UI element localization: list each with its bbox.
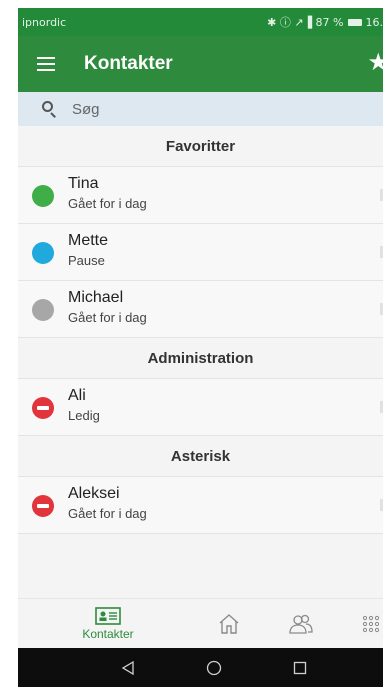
home-icon [219,614,239,634]
grid-icon [362,615,379,633]
contact-item-tina[interactable]: Tina Gået for i dag [18,167,383,224]
nav-item-contacts[interactable]: Kontakter [73,599,143,649]
contact-text: Aleksei Gået for i dag [68,484,147,524]
status-indicators: ✱ ⓘ ↗▐ 87 % 16. [267,14,383,30]
presence-dot-icon [32,242,54,264]
nav-item-groups[interactable] [286,599,316,649]
contact-text: Michael Gået for i dag [68,288,147,328]
nav-label-contacts: Kontakter [82,627,134,641]
android-home-button[interactable] [202,648,226,687]
contact-name: Ali [68,387,86,404]
contact-item-mette[interactable]: Mette Pause [18,224,383,281]
search-input[interactable] [72,100,322,118]
contact-name: Tina [68,175,99,192]
contact-text: Mette Pause [68,231,108,271]
back-button[interactable] [116,648,140,687]
contact-name: Aleksei [68,485,120,502]
status-bar: ipnordic ✱ ⓘ ↗▐ 87 % 16. [18,8,383,36]
page-title: Kontakter [84,53,173,74]
home-circle-icon [206,660,222,675]
section-header-asterisk: Asterisk [18,436,383,477]
battery-icon [347,18,362,26]
contact-status: Ledig [68,408,100,423]
search-icon [40,99,60,119]
presence-dot-icon [32,185,54,207]
status-icons: ✱ ⓘ ↗▐ 87 % [267,16,344,29]
presence-dot-icon [32,299,54,321]
contacts-card-icon [95,607,121,625]
busy-minus-icon [32,397,54,419]
section-header-administration: Administration [18,338,383,379]
contact-name: Mette [68,232,109,249]
contact-item-ali[interactable]: Ali Ledig [18,379,383,436]
contact-name: Michael [68,289,124,306]
bottom-nav: Kontakter [18,598,383,648]
contact-text: Ali Ledig [68,386,100,426]
search-bar [18,92,383,126]
back-icon [121,660,134,675]
recents-button[interactable] [288,648,312,687]
nav-item-grid[interactable] [358,599,383,649]
contact-list: Favoritter Tina Gået for i dag Mette Pau… [18,126,383,534]
nav-item-home[interactable] [214,599,244,649]
contact-status: Gået for i dag [68,506,147,521]
contact-item-aleksei[interactable]: Aleksei Gået for i dag [18,477,383,534]
busy-minus-icon [32,495,54,517]
contact-status: Pause [68,253,105,268]
contact-item-michael[interactable]: Michael Gået for i dag [18,281,383,338]
contact-text: Tina Gået for i dag [68,174,147,214]
contact-status: Gået for i dag [68,196,147,211]
contact-status: Gået for i dag [68,310,147,325]
recents-icon [293,661,307,674]
android-nav-bar [18,648,383,687]
hamburger-menu-icon[interactable] [18,36,74,92]
star-icon[interactable]: ★ [367,50,383,74]
app-bar: Kontakter ★ [18,36,383,92]
phone-screen: ipnordic ✱ ⓘ ↗▐ 87 % 16. Kontakter ★ Fav… [18,8,383,687]
groups-icon [289,614,313,634]
carrier-label: ipnordic [22,15,67,29]
status-time: 16. [365,15,383,29]
section-header-favoritter: Favoritter [18,126,383,167]
